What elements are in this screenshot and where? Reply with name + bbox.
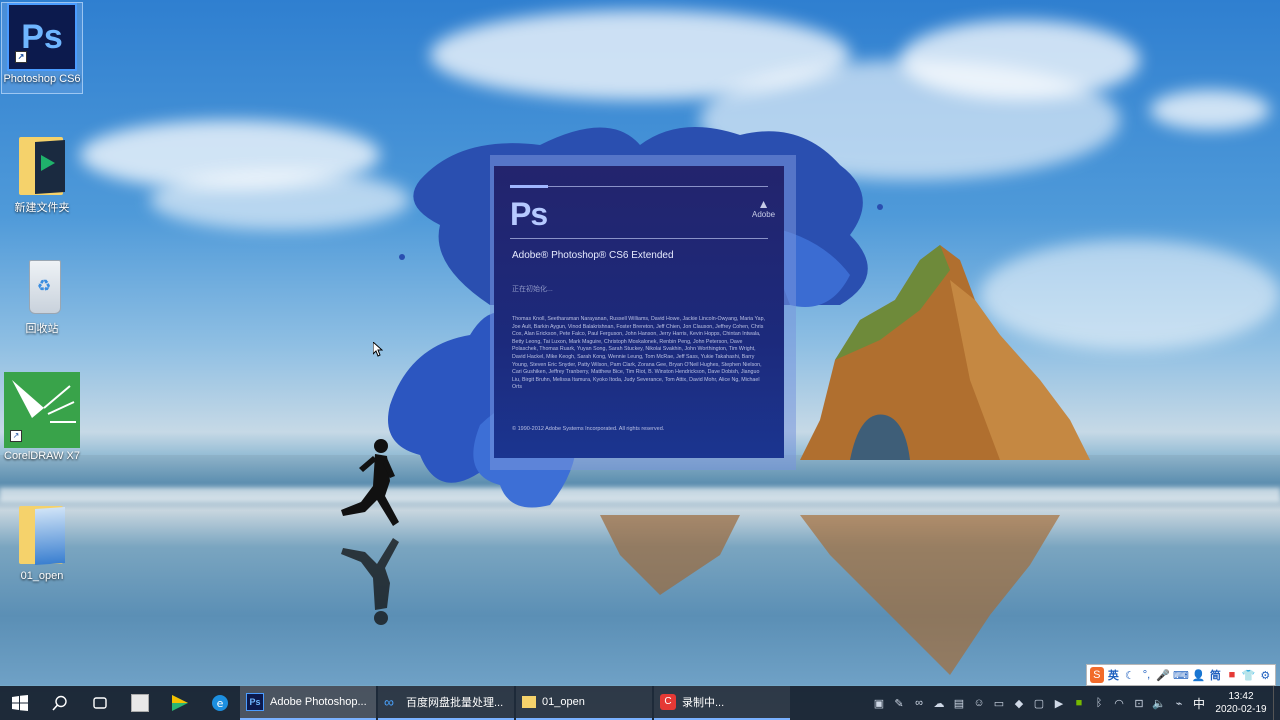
show-desktop-button[interactable] <box>1273 686 1280 720</box>
moon-icon[interactable]: ☾ <box>1123 667 1137 683</box>
ime-mode-toggle[interactable]: 英 <box>1107 667 1121 683</box>
skin-icon[interactable]: 👕 <box>1242 667 1256 683</box>
coreldraw-icon: ↗ <box>4 372 80 448</box>
wifi-icon[interactable]: ◠ <box>1109 686 1129 720</box>
mouse-cursor-icon <box>373 342 383 357</box>
desktop-icon-photoshop[interactable]: Ps ↗ Photoshop CS6 <box>1 2 83 94</box>
clock-date: 2020-02-19 <box>1215 704 1267 715</box>
taskbar-pinned-notepad[interactable] <box>120 686 160 720</box>
media-player-icon <box>172 695 188 711</box>
product-name: Adobe® Photoshop® CS6 Extended <box>512 250 674 261</box>
recycle-bin-icon: ♻ <box>17 254 67 318</box>
loading-status: 正在初始化... <box>512 286 553 293</box>
start-button[interactable] <box>0 686 40 720</box>
copyright-text: © 1990-2012 Adobe Systems Incorporated. … <box>512 426 665 432</box>
rock-reflection-image <box>800 515 1060 675</box>
desktop-icon-label: CorelDRAW X7 <box>4 450 80 462</box>
taskbar-app-baidu-netdisk[interactable]: ∞ 百度网盘批量处理... <box>378 686 514 720</box>
splash-reflection-image <box>600 515 740 595</box>
taskbar-pinned-player[interactable] <box>160 686 200 720</box>
runner-reflection <box>341 538 399 625</box>
svg-text:e: e <box>217 697 224 710</box>
ie-browser-icon: e <box>212 695 228 711</box>
volume-icon[interactable]: 🔈 <box>1149 686 1169 720</box>
baidu-netdisk-icon: ∞ <box>384 694 394 710</box>
camera-icon[interactable]: ■ <box>1225 667 1239 683</box>
ime-simplified-toggle[interactable]: 简 <box>1209 667 1223 683</box>
recorder-icon: C <box>660 694 676 710</box>
screenshot-icon[interactable]: ⊡ <box>1129 686 1149 720</box>
desktop-icon-label: 新建文件夹 <box>14 202 70 214</box>
folder-icon <box>17 133 67 197</box>
search-icon <box>52 695 67 711</box>
photoshop-icon: Ps <box>246 693 264 711</box>
settings-icon[interactable]: ⚙ <box>1258 667 1272 683</box>
desktop-icon-coreldraw[interactable]: ↗ CorelDRAW X7 <box>2 372 82 462</box>
box-icon[interactable]: ▣ <box>869 686 889 720</box>
windows-icon <box>12 695 28 711</box>
punctuation-icon[interactable]: °, <box>1140 667 1154 683</box>
user-icon[interactable]: 👤 <box>1192 667 1206 683</box>
taskbar: e Ps Adobe Photoshop... ∞ 百度网盘批量处理... 01… <box>0 686 1280 720</box>
taskbar-app-recorder[interactable]: C 录制中... <box>654 686 790 720</box>
user-icon[interactable]: ☺ <box>969 686 989 720</box>
desktop-icon-label: Photoshop CS6 <box>3 73 81 85</box>
battery-icon[interactable]: ▭ <box>989 686 1009 720</box>
sogou-logo-icon[interactable]: S <box>1090 667 1104 683</box>
photoshop-icon: Ps ↗ <box>7 3 77 71</box>
folder-icon <box>522 696 536 708</box>
cloud-icon[interactable]: ☁ <box>929 686 949 720</box>
desktop-icon-new-folder[interactable]: 新建文件夹 <box>2 133 82 215</box>
ime-indicator[interactable]: 中 <box>1189 686 1209 720</box>
photoshop-logo: Ps <box>510 196 548 232</box>
pen-icon[interactable]: ✎ <box>889 686 909 720</box>
link-icon[interactable]: ∞ <box>909 686 929 720</box>
photoshop-splash-screen: Ps ▲ Adobe Adobe® Photoshop® CS6 Extende… <box>494 166 784 458</box>
adobe-logo: ▲ Adobe <box>752 197 776 219</box>
desktop-icon-01-open[interactable]: 01_open <box>2 502 82 582</box>
app-icon[interactable]: ◆ <box>1009 686 1029 720</box>
taskbar-app-01-open[interactable]: 01_open <box>516 686 652 720</box>
window-icon[interactable]: ▤ <box>949 686 969 720</box>
desktop-icon-label: 回收站 <box>25 323 59 335</box>
display-icon[interactable]: ▢ <box>1029 686 1049 720</box>
search-button[interactable] <box>40 686 80 720</box>
player-icon[interactable]: ▶ <box>1049 686 1069 720</box>
microphone-icon[interactable]: 🎤 <box>1156 667 1170 683</box>
network-icon[interactable]: ⌁ <box>1169 686 1189 720</box>
desktop-icon-label: 01_open <box>20 570 64 582</box>
credits-text: Thomas Knoll, Seetharaman Narayanan, Rus… <box>512 316 765 391</box>
keyboard-icon[interactable]: ⌨ <box>1173 667 1189 683</box>
desktop-icon-recycle-bin[interactable]: ♻ 回收站 <box>2 254 82 336</box>
taskbar-pinned-browser[interactable]: e <box>200 686 240 720</box>
nvidia-icon[interactable]: ■ <box>1069 686 1089 720</box>
folder-icon <box>17 502 67 568</box>
ime-toolbar[interactable]: S 英 ☾ °, 🎤 ⌨ 👤 简 ■ 👕 ⚙ <box>1086 664 1276 686</box>
taskbar-app-photoshop[interactable]: Ps Adobe Photoshop... <box>240 686 376 720</box>
notepad-icon <box>131 694 149 712</box>
task-view-icon <box>93 697 107 709</box>
system-tray: ▣ ✎ ∞ ☁ ▤ ☺ ▭ ◆ ▢ ▶ ■ ᛒ ◠ ⊡ 🔈 ⌁ 中 13:42 … <box>869 686 1280 720</box>
clock[interactable]: 13:42 2020-02-19 <box>1209 690 1273 716</box>
clock-time: 13:42 <box>1228 691 1254 702</box>
bluetooth-icon[interactable]: ᛒ <box>1089 686 1109 720</box>
task-view-button[interactable] <box>80 686 120 720</box>
